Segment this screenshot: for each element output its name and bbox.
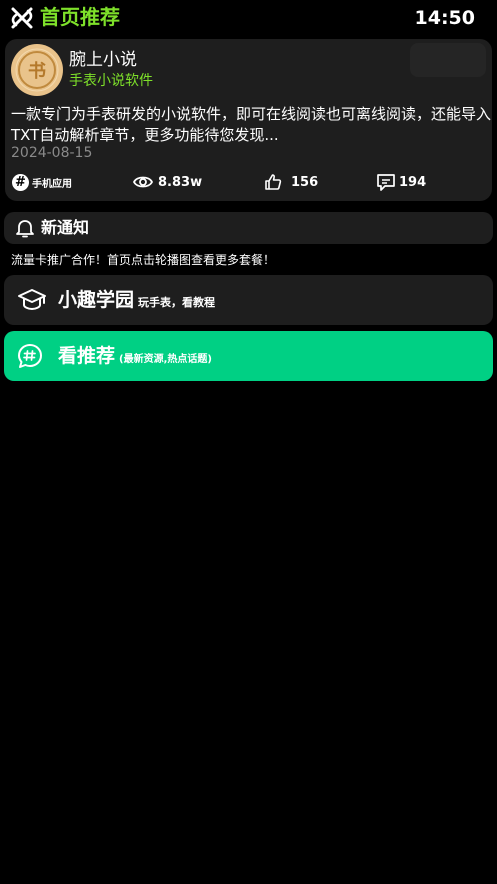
views-stat: 8.83w (133, 171, 202, 193)
school-subtitle: 玩手表，看教程 (138, 296, 216, 309)
crossed-x-logo-icon[interactable] (10, 6, 34, 30)
comments-count: 194 (399, 174, 427, 190)
eye-icon (133, 176, 153, 188)
card-highlight (410, 43, 486, 77)
likes-stat[interactable]: 156 (264, 171, 318, 193)
school-button[interactable]: 小趣学园 玩手表，看教程 (4, 275, 493, 325)
comments-stat[interactable]: 194 (376, 171, 426, 193)
category-stat[interactable]: # 手机应用 (12, 171, 72, 193)
recommend-title: 看推荐 (58, 345, 116, 367)
graduation-cap-icon (18, 289, 46, 311)
notice-text: 流量卡推广合作！首页点击轮播图查看更多套餐！ (11, 253, 276, 267)
school-label: 小趣学园 玩手表，看教程 (58, 287, 215, 316)
page-title: 首页推荐 (40, 5, 120, 29)
likes-count: 156 (291, 174, 319, 190)
comment-icon (377, 173, 395, 191)
category-label: 手机应用 (32, 178, 72, 190)
notice-header[interactable]: 新通知 (4, 212, 493, 244)
hash-chat-icon (18, 344, 42, 368)
header: 首页推荐 14:50 (0, 0, 497, 36)
book-glyph: 书 (28, 61, 46, 82)
recommend-button[interactable]: 看推荐 (最新资源,热点话题) (4, 331, 493, 381)
bell-icon (16, 220, 34, 238)
hash-glyph: # (15, 174, 26, 190)
app-stats: # 手机应用 8.83w 156 194 (5, 171, 492, 193)
thumbs-up-icon (265, 174, 282, 190)
hash-icon: # (12, 173, 29, 191)
app-name: 腕上小说 (69, 50, 137, 70)
app-date: 2024-08-15 (11, 145, 93, 161)
views-count: 8.83w (158, 174, 203, 190)
book-coin-icon: 书 (11, 44, 63, 96)
school-title: 小趣学园 (58, 289, 135, 311)
notice-title: 新通知 (41, 218, 90, 237)
recommend-label: 看推荐 (最新资源,热点话题) (58, 343, 212, 373)
app-card[interactable]: 书 腕上小说 手表小说软件 一款专门为手表研发的小说软件，即可在线阅读也可离线阅… (5, 39, 492, 201)
app-tag: 手表小说软件 (69, 73, 153, 89)
app-description: 一款专门为手表研发的小说软件，即可在线阅读也可离线阅读，还能导入TXT自动解析章… (11, 105, 492, 144)
recommend-subtitle: (最新资源,热点话题) (119, 354, 212, 365)
status-clock: 14:50 (414, 7, 475, 29)
